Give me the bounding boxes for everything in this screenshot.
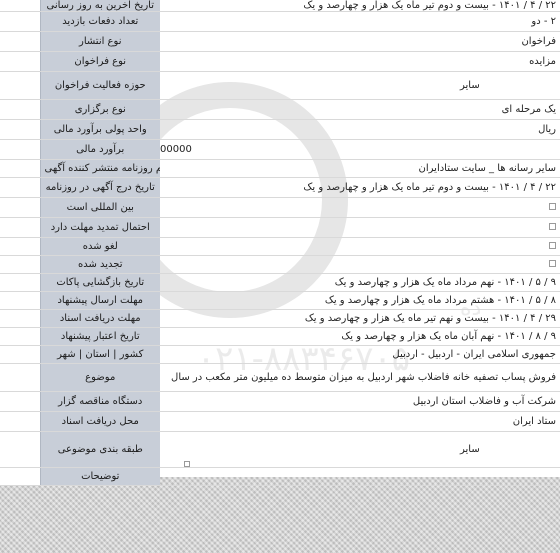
row-value: فراخوان: [160, 31, 560, 52]
row-call-type: نوع فراخوان مزایده: [0, 51, 560, 72]
row-extension: احتمال تمدید مهلت دارد: [0, 217, 560, 238]
row-value: شرکت آب و فاضلاب استان اردبیل: [160, 391, 560, 412]
row-label: نوع فراخوان: [39, 51, 160, 72]
row-value: ۹ / ۸ / ۱۴۰۱ - نهم آبان ماه یک هزار و چه…: [160, 327, 560, 346]
row-label: توضیحات: [39, 467, 160, 486]
row-validity-date: تاریخ اعتبار پیشنهاد ۹ / ۸ / ۱۴۰۱ - نهم …: [0, 327, 560, 346]
row-visit-count: تعداد دفعات بازدید ۲ - دو: [0, 11, 560, 32]
row-estimate: برآورد مالی 00000: [0, 139, 560, 160]
row-location: کشور | استان | شهر جمهوری اسلامی ایران -…: [0, 345, 560, 364]
row-holding-type: نوع برگزاری یک مرحله ای: [0, 99, 560, 120]
row-classification: طبقه بندی موضوعی سایر: [0, 431, 560, 468]
row-label: تاریخ آخرین به روز رسانی: [39, 0, 160, 12]
row-label: تعداد دفعات بازدید: [39, 11, 160, 32]
row-activity-field: حوزه فعالیت فراخوان سایر: [0, 71, 560, 100]
row-cancelled: لغو شده: [0, 237, 560, 256]
row-label: نوع برگزاری: [39, 99, 160, 120]
extension-checkbox: [549, 223, 556, 230]
row-label: حوزه فعالیت فراخوان: [39, 71, 160, 100]
tender-info-table: تاریخ آخرین به روز رسانی ۲۲ / ۴ / ۱۴۰۱ -…: [0, 0, 560, 486]
row-value: 00000: [160, 139, 560, 160]
row-value: سایر رسانه ها _ سایت ستادایران: [160, 159, 560, 178]
row-international: بین المللی است: [0, 197, 560, 218]
row-label: کشور | استان | شهر: [39, 345, 160, 364]
row-value: سایر: [160, 431, 560, 468]
row-value: ۲۲ / ۴ / ۱۴۰۱ - بیست و دوم تیر ماه یک هز…: [160, 0, 560, 12]
row-value: [160, 197, 560, 218]
row-label: بین المللی است: [39, 197, 160, 218]
row-value: [160, 217, 560, 238]
row-label: واحد پولی برآورد مالی: [39, 119, 160, 140]
row-label: لغو شده: [39, 237, 160, 256]
row-value: [160, 237, 560, 256]
row-description: توضیحات: [0, 467, 560, 486]
row-value: ستاد ایران: [160, 411, 560, 432]
row-documents-place: محل دریافت اسناد ستاد ایران: [0, 411, 560, 432]
international-checkbox: [549, 203, 556, 210]
row-label: نام روزنامه منتشر کننده آگهی: [39, 159, 160, 178]
row-value: ۲ - دو: [160, 11, 560, 32]
row-value: ریال: [160, 119, 560, 140]
row-value: یک مرحله ای: [160, 99, 560, 120]
row-label: تاریخ بازگشایی پاکات: [39, 273, 160, 292]
row-label: تجدید شده: [39, 255, 160, 274]
row-value: [160, 255, 560, 274]
row-value: سایر: [160, 71, 560, 100]
row-label: محل دریافت اسناد: [39, 411, 160, 432]
row-value: ۲۲ / ۴ / ۱۴۰۱ - بیست و دوم تیر ماه یک هز…: [160, 177, 560, 198]
row-value: فروش پساب تصفیه خانه فاضلاب شهر اردبیل ب…: [160, 363, 560, 392]
row-newspaper-date: تاریخ درج آگهی در روزنامه ۲۲ / ۴ / ۱۴۰۱ …: [0, 177, 560, 198]
row-value: مزایده: [160, 51, 560, 72]
row-label: احتمال تمدید مهلت دارد: [39, 217, 160, 238]
row-currency: واحد پولی برآورد مالی ریال: [0, 119, 560, 140]
row-last-update: تاریخ آخرین به روز رسانی ۲۲ / ۴ / ۱۴۰۱ -…: [0, 0, 560, 12]
row-submission-deadline: مهلت ارسال پیشنهاد ۸ / ۵ / ۱۴۰۱ - هشتم م…: [0, 291, 560, 310]
row-publish-type: نوع انتشار فراخوان: [0, 31, 560, 52]
row-value: ۲۹ / ۴ / ۱۴۰۱ - بیست و نهم تیر ماه یک هز…: [160, 309, 560, 328]
row-label: برآورد مالی: [39, 139, 160, 160]
row-label: دستگاه مناقصه گزار: [39, 391, 160, 412]
row-label: مهلت ارسال پیشنهاد: [39, 291, 160, 310]
row-label: تاریخ درج آگهی در روزنامه: [39, 177, 160, 198]
row-subject: موضوع فروش پساب تصفیه خانه فاضلاب شهر ار…: [0, 363, 560, 392]
row-value: جمهوری اسلامی ایران - اردبیل - اردبیل: [160, 345, 560, 364]
row-newspaper: نام روزنامه منتشر کننده آگهی سایر رسانه …: [0, 159, 560, 178]
row-label: مهلت دریافت اسناد: [39, 309, 160, 328]
row-label: طبقه بندی موضوعی: [39, 431, 160, 468]
row-opening-date: تاریخ بازگشایی پاکات ۹ / ۵ / ۱۴۰۱ - نهم …: [0, 273, 560, 292]
row-label: نوع انتشار: [39, 31, 160, 52]
renewed-checkbox: [549, 260, 556, 267]
page-background-pattern: [0, 477, 560, 553]
cancelled-checkbox: [549, 242, 556, 249]
row-label: موضوع: [39, 363, 160, 392]
row-renewed: تجدید شده: [0, 255, 560, 274]
row-organizer: دستگاه مناقصه گزار شرکت آب و فاضلاب استا…: [0, 391, 560, 412]
row-value: ۸ / ۵ / ۱۴۰۱ - هشتم مرداد ماه یک هزار و …: [160, 291, 560, 310]
row-value: [160, 467, 560, 486]
row-label: تاریخ اعتبار پیشنهاد: [39, 327, 160, 346]
row-value: ۹ / ۵ / ۱۴۰۱ - نهم مرداد ماه یک هزار و چ…: [160, 273, 560, 292]
row-documents-deadline: مهلت دریافت اسناد ۲۹ / ۴ / ۱۴۰۱ - بیست و…: [0, 309, 560, 328]
